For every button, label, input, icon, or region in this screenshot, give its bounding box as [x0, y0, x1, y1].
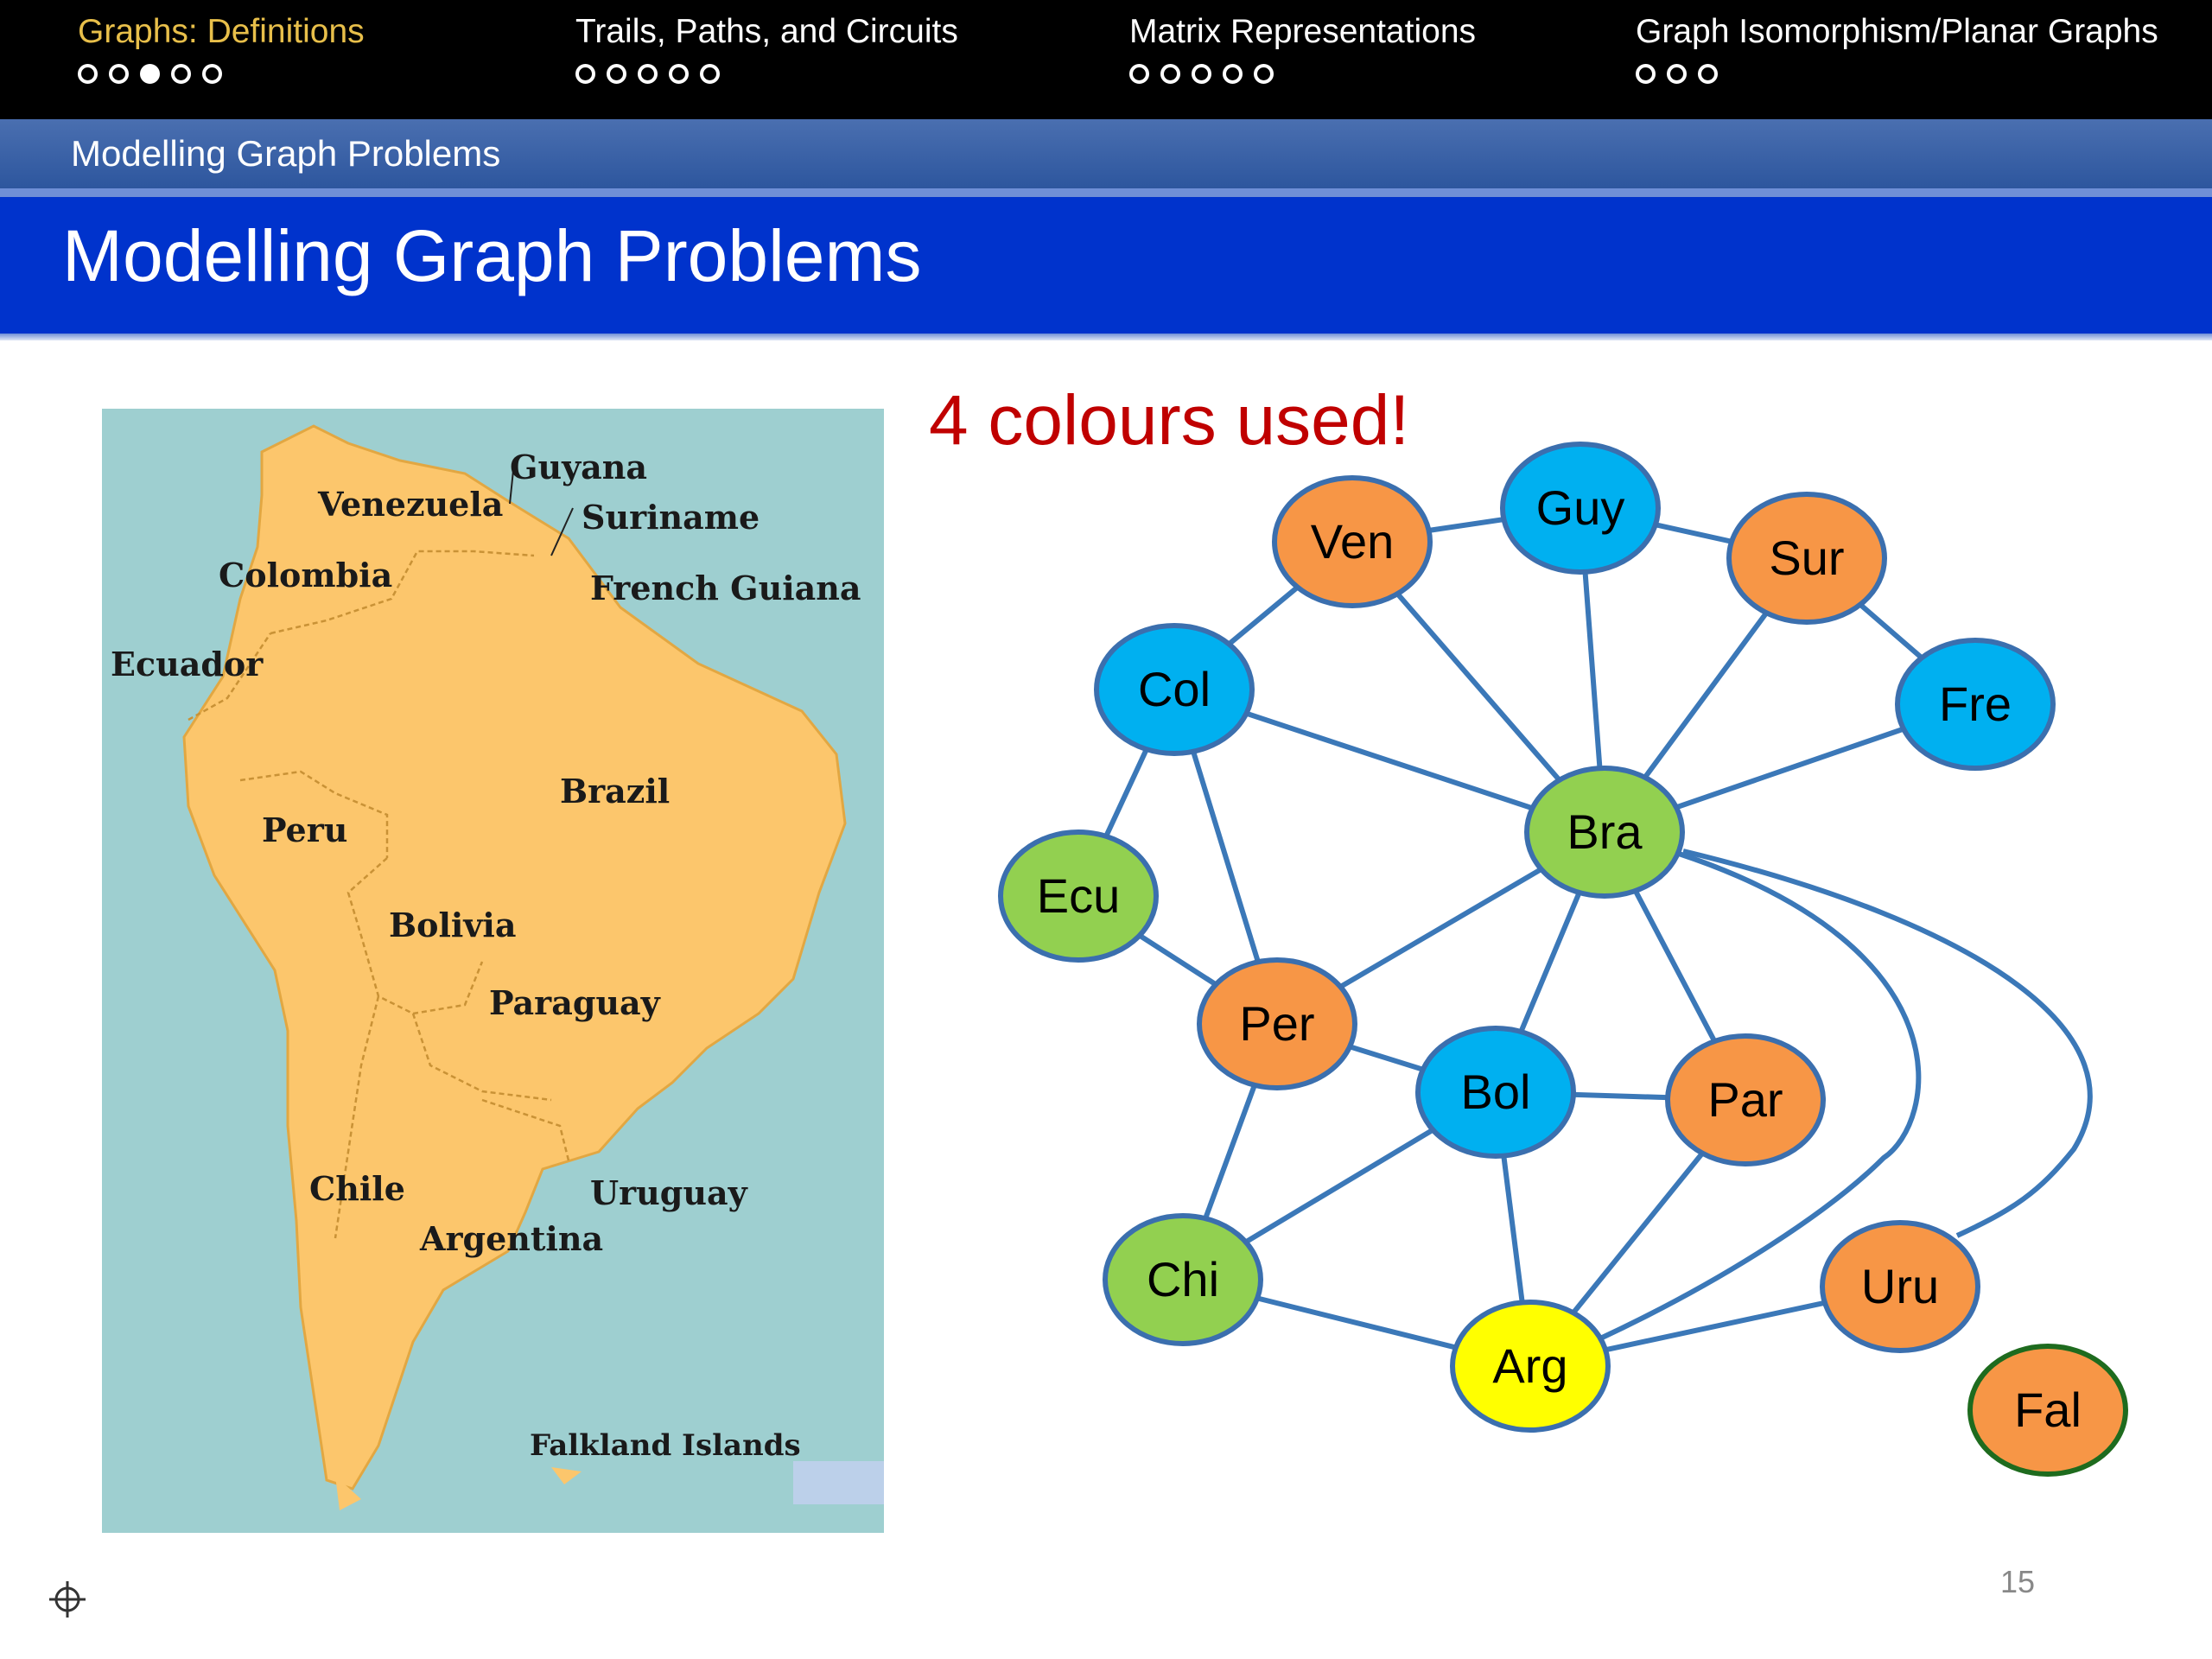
node-label: Col	[1138, 662, 1211, 716]
node-label: Ven	[1311, 514, 1395, 569]
node-fre: Fre	[1895, 638, 2056, 771]
node-label: Fre	[1939, 677, 2012, 731]
node-label: Bra	[1567, 804, 1643, 859]
node-label: Fal	[2014, 1382, 2082, 1437]
node-label: Uru	[1861, 1259, 1939, 1313]
node-bra: Bra	[1524, 766, 1685, 899]
node-label: Par	[1707, 1072, 1783, 1127]
node-fal: Fal	[1967, 1344, 2128, 1477]
node-guy: Guy	[1500, 442, 1661, 575]
crosshair-icon[interactable]	[48, 1580, 87, 1619]
node-sur: Sur	[1726, 492, 1887, 625]
node-ecu: Ecu	[998, 830, 1159, 963]
node-ven: Ven	[1272, 475, 1433, 608]
node-arg: Arg	[1450, 1300, 1611, 1433]
graph-nodes: Ven Guy Sur Col Fre Bra Ecu Per Bol Par Chi Uru Arg F…	[998, 442, 2128, 1477]
node-label: Arg	[1492, 1338, 1567, 1393]
node-label: Per	[1239, 996, 1314, 1051]
node-per: Per	[1197, 957, 1357, 1090]
node-par: Par	[1665, 1033, 1826, 1166]
node-label: Chi	[1147, 1252, 1219, 1306]
page-number: 15	[2000, 1564, 2036, 1599]
node-label: Ecu	[1037, 868, 1121, 923]
node-chi: Chi	[1103, 1213, 1263, 1346]
node-uru: Uru	[1820, 1220, 1980, 1353]
node-col: Col	[1094, 623, 1255, 756]
node-label: Sur	[1769, 531, 1844, 585]
node-bol: Bol	[1415, 1026, 1576, 1159]
node-label: Bol	[1461, 1065, 1531, 1119]
graph-colouring-diagram: Ven Guy Sur Col Fre Bra Ecu Per Bol Par Chi Uru Arg F…	[998, 442, 2128, 1477]
node-label: Guy	[1536, 480, 1625, 535]
